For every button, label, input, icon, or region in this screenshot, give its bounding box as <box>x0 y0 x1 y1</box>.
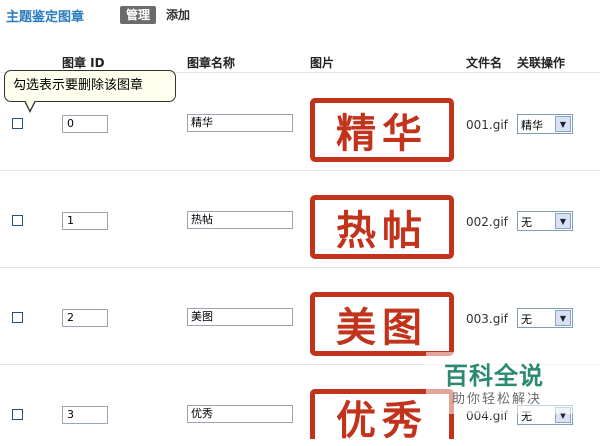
chevron-down-icon[interactable]: ▼ <box>555 213 571 229</box>
delete-hint-tooltip: 勾选表示要删除该图章 <box>4 70 176 102</box>
table-row: 2 美图 美图 003.gif 无 ▼ <box>0 268 600 365</box>
stamp-name-input[interactable]: 精华 <box>187 114 293 132</box>
stamp-image: 热帖 <box>310 195 454 259</box>
delete-checkbox[interactable] <box>12 409 23 420</box>
chevron-down-icon[interactable]: ▼ <box>555 116 571 132</box>
action-select-value: 无 <box>521 216 532 229</box>
action-select[interactable]: 精华 ▼ <box>517 114 573 134</box>
col-header-name: 图章名称 <box>187 56 236 70</box>
file-name: 003.gif <box>466 312 508 326</box>
action-select[interactable]: 无 ▼ <box>517 308 573 328</box>
stamp-id-input[interactable]: 0 <box>62 115 108 133</box>
table-row: 1 热帖 热帖 002.gif 无 ▼ <box>0 171 600 268</box>
col-header-file: 文件名 <box>466 56 503 70</box>
stamp-image: 精华 <box>310 98 454 162</box>
tab-add[interactable]: 添加 <box>166 6 190 24</box>
file-name: 002.gif <box>466 215 508 229</box>
stamp-name-input[interactable]: 优秀 <box>187 405 293 423</box>
stamp-image-text: 优秀 <box>336 396 428 444</box>
stamp-name-input[interactable]: 热帖 <box>187 211 293 229</box>
tab-manage[interactable]: 管理 <box>120 6 157 24</box>
delete-checkbox[interactable] <box>12 215 23 226</box>
page-title: 主题鉴定图章 <box>6 10 85 25</box>
file-name: 001.gif <box>466 118 508 132</box>
delete-checkbox[interactable] <box>12 118 23 129</box>
stamp-id-input[interactable]: 1 <box>62 212 108 230</box>
col-header-id: 图章 ID <box>62 56 105 70</box>
stamp-name-input[interactable]: 美图 <box>187 308 293 326</box>
action-select-value: 精华 <box>521 119 543 132</box>
top-bar: 主题鉴定图章 管理 添加 <box>0 0 600 34</box>
watermark-subtitle: 助你轻松解决 <box>452 392 543 407</box>
stamp-image-text: 精华 <box>336 110 428 157</box>
action-select[interactable]: 无 ▼ <box>517 211 573 231</box>
col-header-image: 图片 <box>310 56 335 70</box>
delete-checkbox[interactable] <box>12 312 23 323</box>
action-select-value: 无 <box>521 313 532 326</box>
stamp-id-input[interactable]: 2 <box>62 309 108 327</box>
stamp-id-input[interactable]: 3 <box>62 406 108 424</box>
stamp-image: 美图 <box>310 292 454 356</box>
col-header-action: 关联操作 <box>517 56 566 70</box>
watermark-title: 百科全说 <box>444 362 544 390</box>
chevron-down-icon[interactable]: ▼ <box>555 310 571 326</box>
tooltip-pointer-fill <box>25 100 35 110</box>
stamp-image-text: 热帖 <box>336 207 428 254</box>
stamp-image-text: 美图 <box>336 304 428 351</box>
